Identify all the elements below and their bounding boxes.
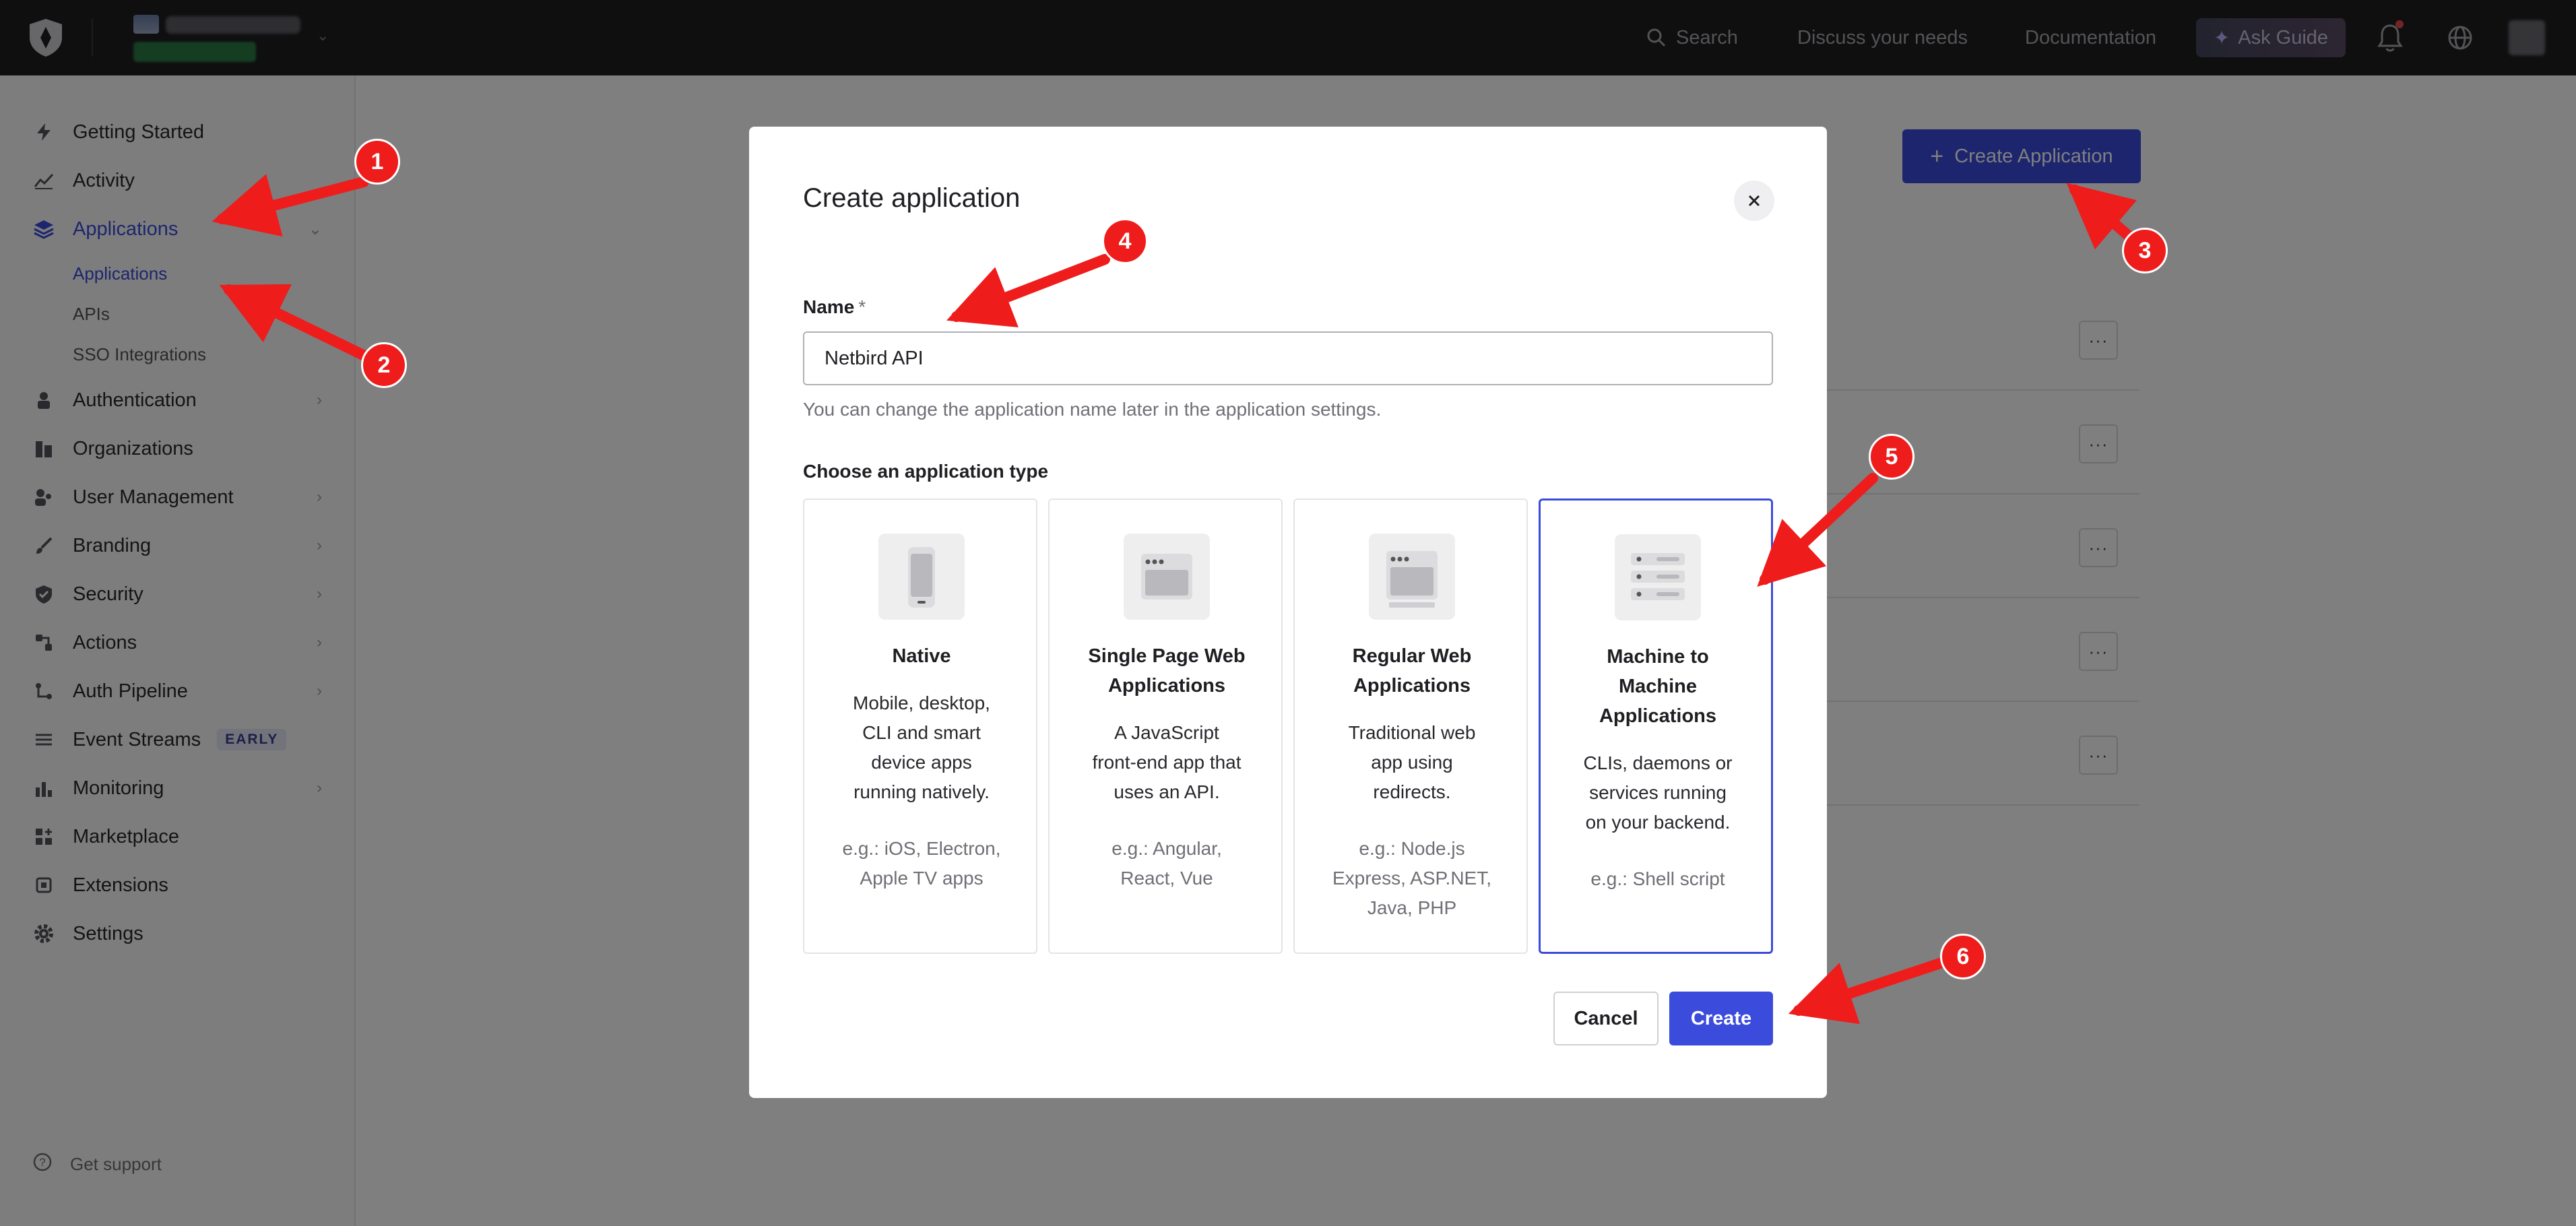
card-example: e.g.: Node.js Express, ASP.NET, Java, PH… (1315, 834, 1509, 923)
card-description: Traditional web app using redirects. (1319, 718, 1505, 807)
close-icon (1748, 195, 1760, 207)
annotation-badge-6: 6 (1940, 934, 1986, 979)
card-title: Regular Web Applications (1315, 641, 1509, 701)
card-example-line: React, Vue (1120, 868, 1213, 889)
app-type-card-native[interactable]: Native Mobile, desktop, CLI and smart de… (803, 498, 1037, 954)
card-description: A JavaScript front-end app that uses an … (1074, 718, 1260, 807)
card-description: CLIs, daemons or services running on you… (1565, 748, 1751, 837)
create-application-dialog: Create application Name* You can change … (749, 127, 1827, 1098)
card-example: e.g.: Angular, React, Vue (1070, 834, 1264, 893)
card-title-line: Single Page Web (1088, 645, 1246, 667)
web-server-window-icon (1369, 534, 1455, 620)
card-description-line: device apps (871, 752, 972, 773)
card-description-line: Traditional web (1348, 722, 1476, 743)
browser-window-icon (1124, 534, 1210, 620)
mobile-device-icon (878, 534, 965, 620)
required-marker: * (858, 296, 866, 317)
card-description-line: Mobile, desktop, (853, 692, 990, 713)
card-example-line: Java, PHP (1367, 897, 1457, 918)
card-description-line: app using (1371, 752, 1453, 773)
card-example-line: Apple TV apps (860, 868, 984, 889)
card-example: e.g.: Shell script (1561, 864, 1755, 894)
card-title-line: Native (892, 645, 951, 667)
card-title: Native (825, 641, 1019, 671)
card-example-line: Express, ASP.NET, (1332, 868, 1492, 889)
card-description-line: A JavaScript (1114, 722, 1219, 743)
application-type-label: Choose an application type (803, 461, 1049, 482)
card-description: Mobile, desktop, CLI and smart device ap… (829, 688, 1015, 807)
card-title-line: Applications (1107, 675, 1225, 697)
card-description-line: redirects. (1373, 781, 1451, 802)
annotation-badge-1: 1 (354, 139, 400, 185)
card-title-line: Machine to (1607, 646, 1709, 668)
name-field-label: Name * (803, 296, 866, 318)
app-type-card-regular-web[interactable]: Regular Web Applications Traditional web… (1293, 498, 1528, 954)
annotation-badge-2: 2 (361, 342, 407, 388)
card-example-line: e.g.: Shell script (1590, 868, 1725, 889)
app-type-card-machine-to-machine[interactable]: Machine to Machine Applications CLIs, da… (1539, 498, 1773, 954)
server-rack-icon (1615, 534, 1701, 620)
annotation-badge-5: 5 (1869, 434, 1914, 480)
card-title-line: Regular Web (1352, 645, 1472, 667)
card-description-line: on your backend. (1585, 812, 1731, 833)
card-description-line: services running (1589, 782, 1727, 803)
dialog-title: Create application (803, 183, 1021, 213)
card-title-line: Applications (1353, 675, 1471, 697)
card-description-line: CLIs, daemons or (1583, 752, 1733, 773)
card-example-line: e.g.: iOS, Electron, (842, 838, 1001, 859)
create-button[interactable]: Create (1669, 992, 1773, 1045)
card-example: e.g.: iOS, Electron, Apple TV apps (825, 834, 1019, 893)
card-title: Single Page Web Applications (1070, 641, 1264, 701)
annotation-badge-4: 4 (1102, 218, 1148, 264)
name-help-text: You can change the application name late… (803, 399, 1382, 420)
card-description-line: front-end app that (1092, 752, 1242, 773)
card-description-line: running natively. (854, 781, 990, 802)
close-button[interactable] (1734, 181, 1774, 221)
card-example-line: e.g.: Angular, (1112, 838, 1222, 859)
card-description-line: CLI and smart (862, 722, 981, 743)
card-title-line: Machine (1618, 676, 1698, 697)
card-description-line: uses an API. (1114, 781, 1220, 802)
annotation-badge-3: 3 (2122, 228, 2168, 273)
name-label-text: Name (803, 296, 855, 317)
card-example-line: e.g.: Node.js (1359, 838, 1465, 859)
app-type-card-single-page[interactable]: Single Page Web Applications A JavaScrip… (1048, 498, 1283, 954)
application-name-input[interactable] (803, 331, 1773, 385)
cancel-button[interactable]: Cancel (1553, 992, 1659, 1045)
card-title: Machine to Machine Applications (1561, 642, 1755, 731)
card-title-line: Applications (1599, 705, 1716, 727)
